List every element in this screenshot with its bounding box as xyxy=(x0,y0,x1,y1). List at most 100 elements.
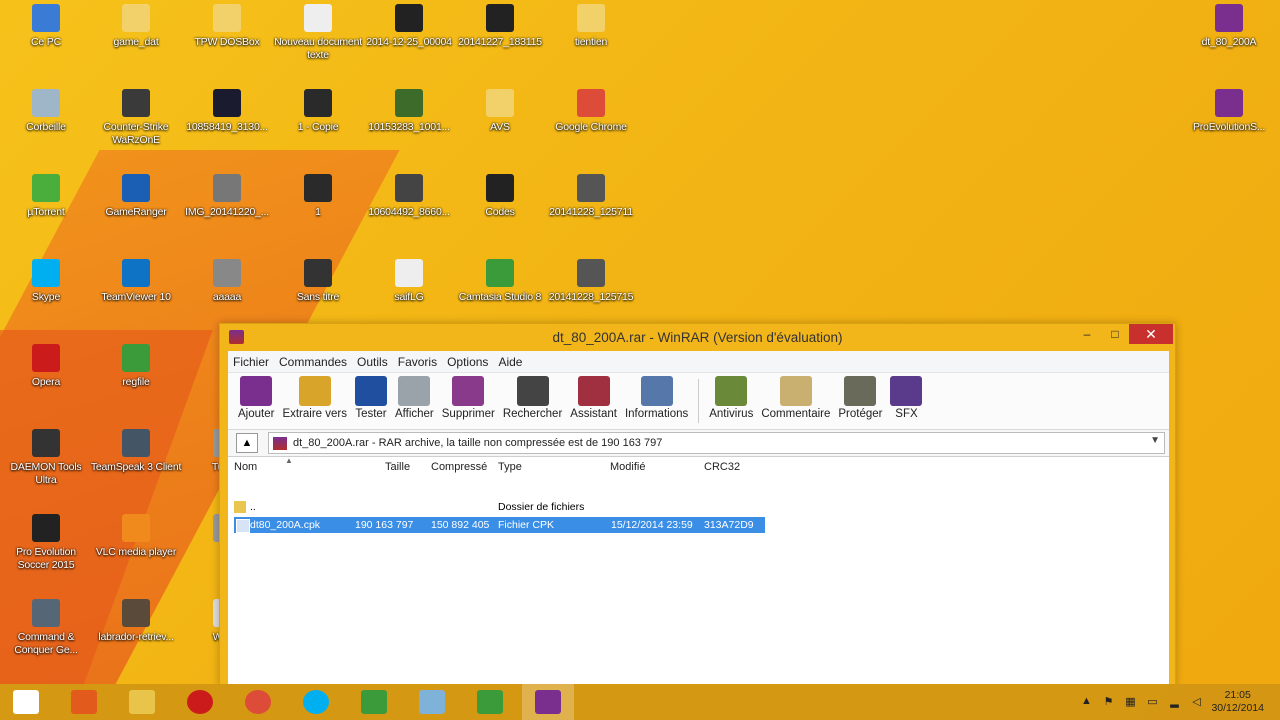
desktop-icon[interactable]: labrador-retriev... xyxy=(90,599,182,644)
desktop-icon[interactable]: 10858419_3130... xyxy=(181,89,273,134)
menu-favoris[interactable]: Favoris xyxy=(393,355,442,369)
toolbar-button-tester[interactable]: Tester xyxy=(351,373,391,429)
toolbar-button-ajouter[interactable]: Ajouter xyxy=(234,373,278,429)
toolbar-button-afficher[interactable]: Afficher xyxy=(391,373,438,429)
desktop-icon[interactable]: saifLG xyxy=(363,259,455,304)
desktop-icon[interactable]: regfile xyxy=(90,344,182,389)
desktop-icon-label: regfile xyxy=(122,376,150,388)
minimize-button[interactable]: – xyxy=(1073,324,1101,344)
show-hidden-icons-icon[interactable]: ▲ xyxy=(1079,695,1093,709)
file-list[interactable]: .. Dossier de fichiers dt80_200A.cpk 190… xyxy=(230,499,1169,684)
taskbar-media-player[interactable] xyxy=(58,684,110,720)
desktop-icon[interactable]: TPW DOSBox xyxy=(181,4,273,49)
desktop-icon[interactable]: Camtasia Studio 8 xyxy=(454,259,546,304)
toolbar-button-antivirus[interactable]: Antivirus xyxy=(705,373,757,429)
desktop-icon[interactable]: TeamViewer 10 xyxy=(90,259,182,304)
menu-commandes[interactable]: Commandes xyxy=(274,355,352,369)
toolbar-button-informations[interactable]: Informations xyxy=(621,373,692,429)
toolbar-button-assistant[interactable]: Assistant xyxy=(566,373,621,429)
desktop-icon-label: Opera xyxy=(31,376,61,388)
desktop-icon[interactable]: dt_80_200A xyxy=(1183,4,1275,49)
taskbar-opera[interactable] xyxy=(174,684,226,720)
toolbar-icon xyxy=(516,376,549,406)
toolbar-icon xyxy=(398,376,431,406)
desktop-icon[interactable]: 1 - Copie xyxy=(272,89,364,134)
chevron-down-icon[interactable]: ▼ xyxy=(1150,435,1160,446)
desktop-icon[interactable]: AVS xyxy=(454,89,546,134)
menu-fichier[interactable]: Fichier xyxy=(228,355,274,369)
desktop-icon-image xyxy=(486,259,514,287)
camtasia-studio-icon xyxy=(477,690,503,714)
desktop-icon[interactable]: 1 xyxy=(272,174,364,219)
device-icon[interactable]: ▭ xyxy=(1145,695,1159,709)
taskbar-start[interactable] xyxy=(0,684,52,720)
toolbar-button-prot-ger[interactable]: Protéger xyxy=(834,373,886,429)
desktop-icon[interactable]: game_dat xyxy=(90,4,182,49)
column-packed[interactable]: Compressé xyxy=(431,461,487,473)
desktop-icon[interactable]: Counter-Strike WaRzOnE xyxy=(90,89,182,147)
desktop-icon[interactable]: GameRanger xyxy=(90,174,182,219)
column-modified[interactable]: Modifié xyxy=(610,461,645,473)
desktop-icon[interactable]: TeamSpeak 3 Client xyxy=(90,429,182,474)
taskbar-camtasia-recorder[interactable] xyxy=(348,684,400,720)
clock[interactable]: 21:05 30/12/2014 xyxy=(1211,689,1264,715)
toolbar-button-commentaire[interactable]: Commentaire xyxy=(757,373,834,429)
menu-aide[interactable]: Aide xyxy=(493,355,527,369)
table-row-selected[interactable]: dt80_200A.cpk 190 163 797 150 892 405 Fi… xyxy=(234,517,765,533)
desktop-icon[interactable]: DAEMON Tools Ultra xyxy=(0,429,92,487)
desktop-icon[interactable]: 20141228_125715 xyxy=(545,259,637,304)
desktop-icon-image xyxy=(32,599,60,627)
toolbar-button-extraire-vers[interactable]: Extraire vers xyxy=(278,373,351,429)
desktop-icon-image xyxy=(213,4,241,32)
desktop-icon[interactable]: tientien xyxy=(545,4,637,49)
desktop-icon[interactable]: Opera xyxy=(0,344,92,389)
desktop-icon[interactable]: Pro Evolution Soccer 2015 xyxy=(0,514,92,572)
desktop-icon[interactable]: Google Chrome xyxy=(545,89,637,134)
path-field[interactable]: dt_80_200A.rar - RAR archive, la taille … xyxy=(268,432,1165,454)
desktop-icon[interactable]: Skype xyxy=(0,259,92,304)
up-folder-button[interactable]: ▲ xyxy=(236,433,258,453)
taskbar-winrar[interactable] xyxy=(522,684,574,720)
table-row[interactable]: .. Dossier de fichiers xyxy=(230,499,770,515)
taskbar-notepad[interactable] xyxy=(406,684,458,720)
toolbar-button-rechercher[interactable]: Rechercher xyxy=(499,373,566,429)
title-bar[interactable]: dt_80_200A.rar - WinRAR (Version d'évalu… xyxy=(220,324,1175,351)
menu-options[interactable]: Options xyxy=(442,355,493,369)
taskbar-skype[interactable] xyxy=(290,684,342,720)
desktop-icon[interactable]: 20141228_125711 xyxy=(545,174,637,219)
close-button[interactable]: ✕ xyxy=(1129,324,1173,344)
desktop-icon[interactable]: Corbeille xyxy=(0,89,92,134)
desktop-icon[interactable]: ProEvolutionS... xyxy=(1183,89,1275,134)
desktop-icon[interactable]: aaaaa xyxy=(181,259,273,304)
desktop-icon[interactable]: Command & Conquer Ge... xyxy=(0,599,92,657)
column-name[interactable]: Nom xyxy=(234,461,257,473)
menu-outils[interactable]: Outils xyxy=(352,355,393,369)
toolbar-button-sfx[interactable]: SFX xyxy=(886,373,926,429)
desktop-icon[interactable]: Codes xyxy=(454,174,546,219)
column-type[interactable]: Type xyxy=(498,461,522,473)
maximize-button[interactable]: □ xyxy=(1101,324,1129,344)
column-crc[interactable]: CRC32 xyxy=(704,461,740,473)
network-icon[interactable]: ▂ xyxy=(1167,695,1181,709)
desktop-icon-label: TeamSpeak 3 Client xyxy=(90,461,182,473)
flag-icon[interactable]: ⚑ xyxy=(1101,695,1115,709)
desktop-icon[interactable]: VLC media player xyxy=(90,514,182,559)
desktop-icon-label: aaaaa xyxy=(212,291,242,303)
winrar-window[interactable]: dt_80_200A.rar - WinRAR (Version d'évalu… xyxy=(219,323,1176,684)
toolbar-button-supprimer[interactable]: Supprimer xyxy=(438,373,499,429)
desktop-icon[interactable]: 20141227_183115 xyxy=(454,4,546,49)
desktop-icon[interactable]: Nouveau document texte xyxy=(272,4,364,62)
column-size[interactable]: Taille xyxy=(385,461,410,473)
desktop-icon[interactable]: IMG_20141220_... xyxy=(181,174,273,219)
taskbar-chrome[interactable] xyxy=(232,684,284,720)
taskbar-camtasia-studio[interactable] xyxy=(464,684,516,720)
desktop-icon[interactable]: µTorrent xyxy=(0,174,92,219)
desktop-icon[interactable]: 2014-12-25_00004 xyxy=(363,4,455,49)
desktop-icon[interactable]: 10604492_8660... xyxy=(363,174,455,219)
desktop-icon[interactable]: 10153283_1001... xyxy=(363,89,455,134)
taskbar-file-explorer[interactable] xyxy=(116,684,168,720)
windows-icon[interactable]: ▦ xyxy=(1123,695,1137,709)
desktop-icon[interactable]: Sans titre xyxy=(272,259,364,304)
volume-icon[interactable]: ◁ xyxy=(1189,695,1203,709)
desktop-icon[interactable]: Ce PC xyxy=(0,4,92,49)
